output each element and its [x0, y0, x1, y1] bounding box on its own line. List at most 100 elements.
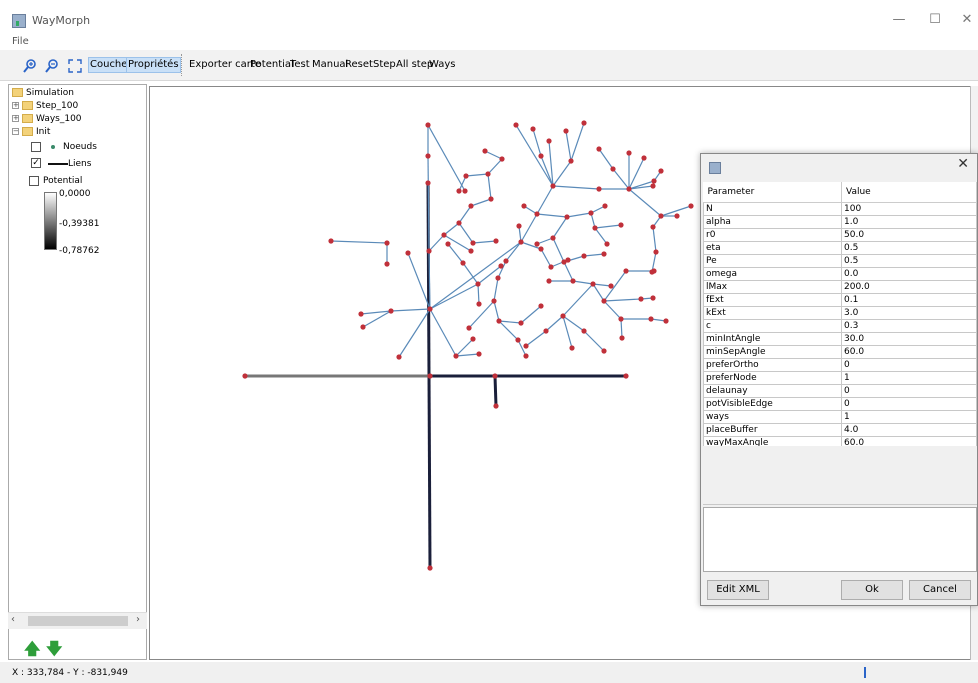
- graph-node[interactable]: [538, 246, 544, 252]
- graph-node[interactable]: [641, 155, 647, 161]
- param-value-cell[interactable]: 1: [841, 371, 977, 385]
- graph-node[interactable]: [623, 373, 629, 379]
- graph-node[interactable]: [503, 258, 509, 264]
- tree-item-simulation[interactable]: Simulation: [12, 87, 74, 99]
- param-name-cell[interactable]: omega: [703, 267, 842, 281]
- tree-horizontal-scrollbar[interactable]: ‹ ›: [8, 612, 147, 629]
- graph-node[interactable]: [384, 261, 390, 267]
- graph-node[interactable]: [523, 343, 529, 349]
- liens-checkbox[interactable]: ✓: [31, 158, 41, 168]
- graph-node[interactable]: [468, 248, 474, 254]
- graph-node[interactable]: [568, 158, 574, 164]
- graph-node[interactable]: [445, 241, 451, 247]
- graph-node[interactable]: [618, 316, 624, 322]
- graph-node[interactable]: [427, 373, 433, 379]
- graph-node[interactable]: [581, 328, 587, 334]
- fit-view-icon[interactable]: [67, 58, 83, 74]
- graph-node[interactable]: [470, 240, 476, 246]
- graph-node[interactable]: [538, 303, 544, 309]
- graph-node[interactable]: [602, 203, 608, 209]
- xml-text-area[interactable]: [703, 507, 977, 572]
- table-row[interactable]: placeBuffer 4.0: [703, 423, 977, 437]
- zoom-in-icon[interactable]: [22, 58, 38, 74]
- cancel-button[interactable]: Cancel: [909, 580, 971, 600]
- graph-node[interactable]: [596, 146, 602, 152]
- table-row[interactable]: fExt 0.1: [703, 293, 977, 307]
- table-row[interactable]: lMax 200.0: [703, 280, 977, 294]
- step-button[interactable]: Step: [373, 58, 396, 72]
- graph-node[interactable]: [618, 222, 624, 228]
- table-row[interactable]: omega 0.0: [703, 267, 977, 281]
- graph-node[interactable]: [463, 173, 469, 179]
- graph-node[interactable]: [619, 335, 625, 341]
- tree-item-step[interactable]: + Step_100: [12, 100, 78, 112]
- param-name-cell[interactable]: minSepAngle: [703, 345, 842, 359]
- graph-node[interactable]: [488, 196, 494, 202]
- graph-node[interactable]: [493, 403, 499, 409]
- graph-node[interactable]: [425, 180, 431, 186]
- graph-node[interactable]: [426, 248, 432, 254]
- graph-node[interactable]: [388, 308, 394, 314]
- param-value-cell[interactable]: 0: [841, 358, 977, 372]
- graph-node[interactable]: [588, 210, 594, 216]
- param-name-cell[interactable]: alpha: [703, 215, 842, 229]
- table-row[interactable]: delaunay 0: [703, 384, 977, 398]
- potential-button[interactable]: Potential: [250, 58, 294, 72]
- ok-button[interactable]: Ok: [841, 580, 903, 600]
- table-row[interactable]: potVisibleEdge 0: [703, 397, 977, 411]
- graph-node[interactable]: [538, 153, 544, 159]
- table-row[interactable]: Pe 0.5: [703, 254, 977, 268]
- table-row[interactable]: eta 0.5: [703, 241, 977, 255]
- graph-node[interactable]: [396, 354, 402, 360]
- param-name-cell[interactable]: lMax: [703, 280, 842, 294]
- graph-node[interactable]: [498, 263, 504, 269]
- potential-checkbox[interactable]: [29, 176, 39, 186]
- param-value-cell[interactable]: 0.5: [841, 241, 977, 255]
- graph-node[interactable]: [601, 348, 607, 354]
- graph-node[interactable]: [608, 283, 614, 289]
- graph-node[interactable]: [650, 183, 656, 189]
- graph-node[interactable]: [546, 278, 552, 284]
- param-name-cell[interactable]: delaunay: [703, 384, 842, 398]
- param-name-cell[interactable]: kExt: [703, 306, 842, 320]
- graph-node[interactable]: [516, 223, 522, 229]
- reset-button[interactable]: Reset: [345, 58, 373, 72]
- edit-xml-button[interactable]: Edit XML: [707, 580, 769, 600]
- param-value-cell[interactable]: 30.0: [841, 332, 977, 346]
- graph-node[interactable]: [523, 353, 529, 359]
- graph-node[interactable]: [485, 171, 491, 177]
- graph-node[interactable]: [470, 336, 476, 342]
- graph-node[interactable]: [405, 250, 411, 256]
- tree-item-init[interactable]: − Init: [12, 126, 50, 138]
- param-name-cell[interactable]: preferNode: [703, 371, 842, 385]
- menu-file[interactable]: File: [12, 36, 29, 47]
- graph-node[interactable]: [460, 260, 466, 266]
- param-name-cell[interactable]: c: [703, 319, 842, 333]
- graph-node[interactable]: [610, 166, 616, 172]
- graph-node[interactable]: [384, 240, 390, 246]
- graph-node[interactable]: [521, 203, 527, 209]
- test-button[interactable]: Test: [290, 58, 310, 72]
- graph-node[interactable]: [515, 337, 521, 343]
- graph-node[interactable]: [658, 213, 664, 219]
- maximize-button[interactable]: ☐: [920, 10, 950, 30]
- tree-item-ways[interactable]: + Ways_100: [12, 113, 82, 125]
- table-row[interactable]: c 0.3: [703, 319, 977, 333]
- graph-node[interactable]: [560, 313, 566, 319]
- close-button[interactable]: ✕: [952, 10, 978, 30]
- graph-node[interactable]: [518, 239, 524, 245]
- dialog-close-button[interactable]: ✕: [957, 156, 969, 172]
- param-value-cell[interactable]: 0.3: [841, 319, 977, 333]
- graph-node[interactable]: [581, 253, 587, 259]
- graph-node[interactable]: [550, 235, 556, 241]
- graph-node[interactable]: [651, 178, 657, 184]
- table-row[interactable]: preferNode 1: [703, 371, 977, 385]
- param-value-cell[interactable]: 0.0: [841, 267, 977, 281]
- graph-node[interactable]: [518, 320, 524, 326]
- graph-node[interactable]: [650, 224, 656, 230]
- graph-node[interactable]: [570, 278, 576, 284]
- move-up-icon[interactable]: 🡅: [24, 638, 40, 665]
- move-down-icon[interactable]: 🡇: [46, 638, 62, 665]
- param-value-cell[interactable]: 3.0: [841, 306, 977, 320]
- collapse-icon[interactable]: −: [12, 128, 19, 135]
